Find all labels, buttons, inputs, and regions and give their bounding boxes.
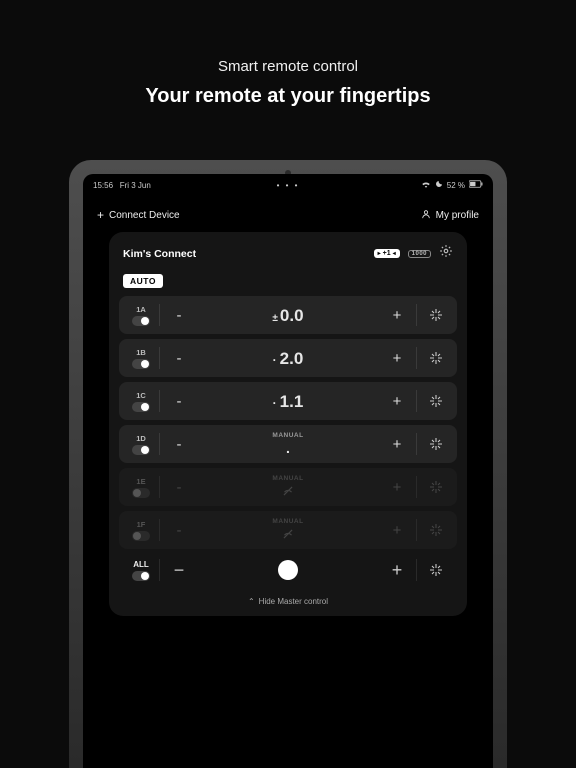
device-title: Kim's Connect — [123, 248, 366, 260]
channel-value: MANUAL — [194, 519, 382, 542]
connect-device-label: Connect Device — [109, 210, 180, 221]
increase-button[interactable]: + — [382, 307, 412, 324]
badge-primary: ▸+1◂ — [374, 249, 400, 258]
channel-value: MANUAL — [194, 476, 382, 499]
gear-icon — [439, 244, 453, 258]
status-bar: 15:56 Fri 3 Jun • • • 52 % — [83, 180, 493, 190]
battery-icon — [469, 180, 483, 190]
dnd-moon-icon — [435, 180, 443, 190]
sparkle-icon — [428, 350, 444, 366]
decrease-button[interactable]: - — [164, 436, 194, 453]
hero-title: Your remote at your fingertips — [0, 85, 576, 108]
settings-button[interactable] — [439, 244, 453, 263]
channel-value[interactable]: ±0.0 — [194, 307, 382, 324]
decrease-button[interactable]: - — [164, 307, 194, 324]
channel-toggle[interactable] — [132, 531, 150, 541]
flash-button[interactable] — [421, 350, 451, 366]
battery-pct: 52 % — [447, 181, 465, 190]
decrease-button[interactable]: - — [164, 350, 194, 367]
increase-button[interactable]: + — [382, 436, 412, 453]
status-time: 15:56 — [93, 181, 113, 190]
increase-button: + — [382, 522, 412, 539]
badge-secondary: 1000 — [408, 250, 431, 258]
hide-master-label: Hide Master control — [259, 597, 328, 606]
sparkle-icon — [428, 393, 444, 409]
circle-icon — [278, 560, 298, 580]
master-label: ALL — [133, 560, 149, 569]
status-date: Fri 3 Jun — [120, 181, 151, 190]
channel-toggle[interactable] — [132, 402, 150, 412]
channel-id: 1B — [136, 348, 146, 357]
hero-subtitle: Smart remote control — [0, 58, 576, 75]
tablet-frame: 15:56 Fri 3 Jun • • • 52 % — [69, 160, 507, 768]
increase-button[interactable]: + — [382, 393, 412, 410]
no-signal-icon — [281, 527, 295, 541]
channel-id: 1E — [136, 477, 145, 486]
sparkle-icon — [428, 307, 444, 323]
sparkle-icon — [428, 479, 444, 495]
my-profile-button[interactable]: My profile — [421, 209, 479, 222]
decrease-button: - — [164, 479, 194, 496]
master-row: ALL − + — [119, 551, 457, 589]
no-signal-icon — [281, 484, 295, 498]
master-plus-button[interactable]: + — [382, 560, 412, 581]
decrease-button: - — [164, 522, 194, 539]
channel-row: 1E -MANUAL+ — [119, 468, 457, 506]
master-fire-button[interactable] — [194, 560, 382, 580]
sparkle-icon — [428, 436, 444, 452]
flash-button[interactable] — [421, 436, 451, 452]
master-minus-button[interactable]: − — [164, 560, 194, 581]
wifi-icon — [421, 180, 431, 190]
increase-button: + — [382, 479, 412, 496]
sparkle-icon — [428, 522, 444, 538]
channel-toggle[interactable] — [132, 316, 150, 326]
multitask-dots-icon: • • • — [223, 181, 353, 190]
flash-button — [421, 479, 451, 495]
channel-toggle[interactable] — [132, 488, 150, 498]
channel-toggle[interactable] — [132, 445, 150, 455]
decrease-button[interactable]: - — [164, 393, 194, 410]
master-toggle[interactable] — [132, 571, 150, 581]
connect-device-button[interactable]: + Connect Device — [97, 208, 180, 222]
chevron-up-icon: ⌃ — [248, 597, 255, 606]
channel-value[interactable]: MANUAL. — [194, 433, 382, 456]
increase-button[interactable]: + — [382, 350, 412, 367]
hide-master-button[interactable]: ⌃ Hide Master control — [119, 597, 457, 606]
flash-button[interactable] — [421, 307, 451, 323]
flash-button[interactable] — [421, 393, 451, 409]
device-card: Kim's Connect ▸+1◂ 1000 AUTO 1A-±0.0+1B-… — [109, 232, 467, 616]
channel-id: 1A — [136, 305, 146, 314]
channel-id: 1D — [136, 434, 146, 443]
plus-icon: + — [97, 208, 104, 222]
channel-row: 1D -MANUAL.+ — [119, 425, 457, 463]
mode-chip[interactable]: AUTO — [123, 274, 163, 288]
channel-id: 1C — [136, 391, 146, 400]
channel-row: 1B -·2.0+ — [119, 339, 457, 377]
person-icon — [421, 209, 431, 222]
channel-toggle[interactable] — [132, 359, 150, 369]
channel-id: 1F — [137, 520, 146, 529]
channel-value[interactable]: ·2.0 — [194, 350, 382, 367]
master-flash-button[interactable] — [421, 562, 451, 578]
channel-row: 1C -·1.1+ — [119, 382, 457, 420]
channel-value[interactable]: ·1.1 — [194, 393, 382, 410]
my-profile-label: My profile — [436, 210, 479, 221]
channel-row: 1A -±0.0+ — [119, 296, 457, 334]
flash-button — [421, 522, 451, 538]
channel-row: 1F -MANUAL+ — [119, 511, 457, 549]
sparkle-icon — [428, 562, 444, 578]
